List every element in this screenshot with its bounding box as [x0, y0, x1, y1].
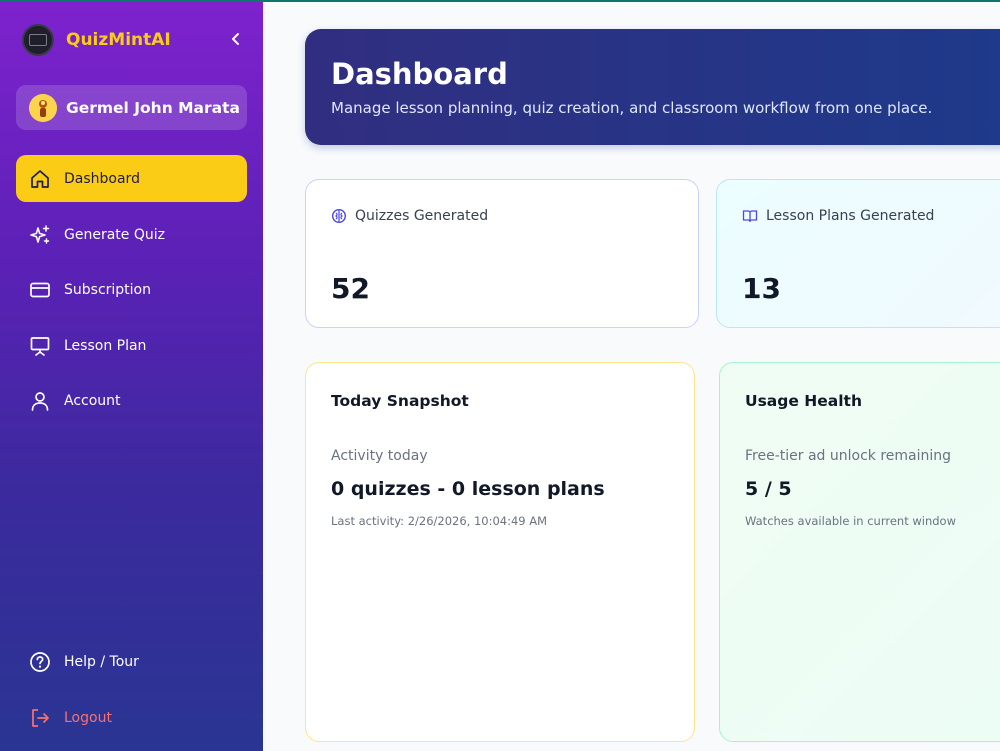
app-name: QuizMintAI [66, 30, 171, 50]
sidebar-item-label: Account [64, 392, 121, 409]
panel-subtitle: Free-tier ad unlock remaining [745, 448, 952, 464]
panel-value: 0 quizzes - 0 lesson plans [331, 478, 605, 500]
stat-label: Lesson Plans Generated [766, 208, 935, 224]
sidebar-item-generate-quiz[interactable]: Generate Quiz [16, 211, 247, 258]
stat-label: Quizzes Generated [355, 208, 489, 224]
page-subtitle: Manage lesson planning, quiz creation, a… [331, 99, 933, 117]
sidebar-item-account[interactable]: Account [16, 377, 247, 424]
logout-icon [29, 707, 51, 729]
sparkles-icon [29, 224, 51, 246]
avatar [29, 93, 57, 122]
panel-title: Usage Health [745, 392, 862, 410]
sidebar-item-label: Dashboard [64, 170, 140, 187]
brand[interactable]: QuizMintAI [22, 24, 171, 56]
presentation-icon [29, 335, 51, 357]
today-snapshot-panel: Today Snapshot Activity today 0 quizzes … [305, 362, 695, 742]
sidebar-item-label: Subscription [64, 281, 151, 298]
logout-button[interactable]: Logout [16, 694, 247, 741]
collapse-sidebar-button[interactable] [226, 28, 246, 50]
stat-card-quizzes: Quizzes Generated 52 [305, 179, 699, 328]
credit-card-icon [29, 279, 51, 301]
app-logo-icon [22, 24, 54, 56]
sidebar-item-lesson-plan[interactable]: Lesson Plan [16, 322, 247, 369]
brain-icon [331, 208, 347, 224]
user-name: Germel John Marata [66, 98, 240, 117]
sidebar: QuizMintAI Germel John Marata Dashboard … [0, 0, 263, 751]
stat-value: 13 [742, 272, 781, 305]
panel-title: Today Snapshot [331, 392, 469, 410]
sidebar-item-dashboard[interactable]: Dashboard [16, 155, 247, 202]
sidebar-item-label: Generate Quiz [64, 226, 165, 243]
help-circle-icon [29, 651, 51, 673]
home-icon [29, 168, 51, 190]
sidebar-item-label: Lesson Plan [64, 337, 147, 354]
sidebar-item-subscription[interactable]: Subscription [16, 266, 247, 313]
sidebar-item-label: Logout [64, 709, 112, 726]
sidebar-item-label: Help / Tour [64, 653, 139, 670]
panel-value: 5 / 5 [745, 478, 792, 500]
book-open-icon [742, 210, 758, 223]
top-accent-line [0, 0, 1000, 2]
user-icon [29, 390, 51, 412]
last-activity-timestamp: Last activity: 2/26/2026, 10:04:49 AM [331, 514, 548, 528]
dashboard-header: Dashboard Manage lesson planning, quiz c… [305, 29, 1000, 145]
page-title: Dashboard [331, 57, 508, 91]
stat-card-lesson-plans: Lesson Plans Generated 13 [716, 179, 1000, 328]
sidebar-item-help-tour[interactable]: Help / Tour [16, 638, 247, 685]
stat-value: 52 [331, 272, 370, 305]
usage-health-panel: Usage Health Free-tier ad unlock remaini… [719, 362, 1000, 742]
panel-note: Watches available in current window [745, 514, 956, 528]
chevron-left-icon [232, 33, 239, 45]
user-profile-card[interactable]: Germel John Marata [16, 85, 247, 130]
panel-subtitle: Activity today [331, 448, 428, 464]
